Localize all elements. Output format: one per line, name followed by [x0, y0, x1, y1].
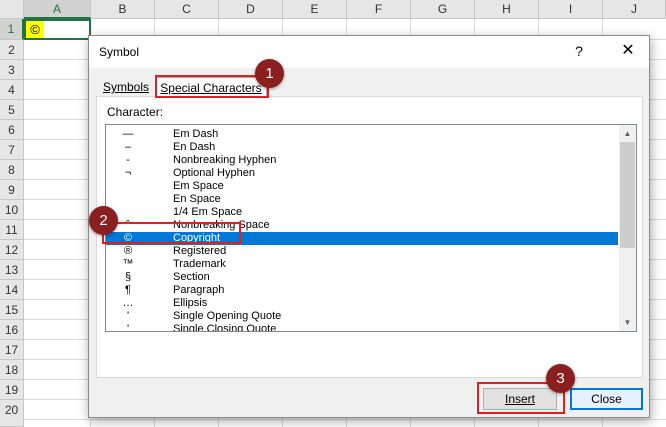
select-all-corner[interactable] [0, 0, 24, 19]
list-item-glyph: ¬ [124, 167, 132, 179]
list-item-nonbreaking-hyphen[interactable]: - Nonbreaking Hyphen [106, 154, 618, 167]
list-item-label: Section [173, 271, 210, 283]
list-item-label: En Space [173, 193, 221, 205]
list-item-single-closing-quote[interactable]: ' Single Closing Quote [106, 323, 618, 332]
row-header-17[interactable]: 17 [0, 340, 24, 360]
column-header-e[interactable]: E [283, 0, 347, 19]
list-item-glyph: — [122, 128, 134, 140]
dialog-titlebar[interactable]: Symbol ? ✕ [89, 36, 649, 68]
callout-badge-2: 2 [89, 206, 118, 235]
row-header-13[interactable]: 13 [0, 260, 24, 280]
row-header-15[interactable]: 15 [0, 300, 24, 320]
list-item-label: Em Space [173, 180, 224, 192]
list-item-label: Single Opening Quote [173, 310, 282, 322]
list-item-glyph: ® [123, 245, 133, 257]
column-header-b[interactable]: B [91, 0, 155, 19]
column-header-f[interactable]: F [347, 0, 411, 19]
callout-box-special-characters [155, 75, 269, 98]
list-item-glyph: ' [126, 310, 130, 322]
list-item-label: Optional Hyphen [173, 167, 255, 179]
list-item-label: Em Dash [173, 128, 219, 140]
list-item-label: Paragraph [173, 284, 225, 296]
callout-box-copyright [102, 222, 241, 244]
column-header-i[interactable]: I [539, 0, 603, 19]
list-item-label: Trademark [173, 258, 226, 270]
scroll-up-icon[interactable]: ▲ [619, 125, 636, 142]
tab-symbols-label: Symbols [103, 80, 150, 94]
list-scrollbar[interactable]: ▲ ▼ [619, 125, 636, 331]
column-header-c[interactable]: C [155, 0, 219, 19]
row-header-12[interactable]: 12 [0, 240, 24, 260]
help-button[interactable]: ? [568, 40, 590, 62]
row-header-5[interactable]: 5 [0, 100, 24, 120]
row-header-9[interactable]: 9 [0, 180, 24, 200]
list-item-glyph: § [124, 271, 132, 283]
list-item-em-space[interactable]: Em Space [106, 180, 618, 193]
gridline [24, 419, 666, 420]
row-header-20[interactable]: 20 [0, 400, 24, 427]
list-item-quarter-em-space[interactable]: 1/4 Em Space [106, 206, 618, 219]
dialog-title: Symbol [99, 45, 140, 59]
column-header-g[interactable]: G [411, 0, 475, 19]
cell-highlight-spacer [24, 19, 40, 40]
list-item-glyph: ' [126, 323, 130, 332]
list-item-label: En Dash [173, 141, 216, 153]
row-header-4[interactable]: 4 [0, 80, 24, 100]
column-header-d[interactable]: D [219, 0, 283, 19]
column-header-h[interactable]: H [475, 0, 539, 19]
list-item-label: Nonbreaking Hyphen [173, 154, 277, 166]
list-item-trademark[interactable]: ™ Trademark [106, 258, 618, 271]
list-item-glyph: – [124, 141, 132, 153]
tab-symbols[interactable]: Symbols [103, 77, 153, 97]
row-header-19[interactable]: 19 [0, 380, 24, 400]
list-item-single-opening-quote[interactable]: ' Single Opening Quote [106, 310, 618, 323]
close-button[interactable]: Close [570, 388, 643, 410]
scroll-thumb[interactable] [620, 142, 635, 248]
list-item-paragraph[interactable]: ¶ Paragraph [106, 284, 618, 297]
row-header-11[interactable]: 11 [0, 220, 24, 240]
callout-badge-1: 1 [255, 59, 284, 88]
list-item-label: Registered [173, 245, 227, 257]
row-header-16[interactable]: 16 [0, 320, 24, 340]
list-item-en-dash[interactable]: – En Dash [106, 141, 618, 154]
row-header-18[interactable]: 18 [0, 360, 24, 380]
row-header-1[interactable]: 1 [0, 19, 24, 40]
list-item-glyph: ™ [122, 258, 134, 270]
row-header-8[interactable]: 8 [0, 160, 24, 180]
list-item-section[interactable]: § Section [106, 271, 618, 284]
row-header-2[interactable]: 2 [0, 40, 24, 60]
column-header-a[interactable]: A [24, 0, 91, 19]
list-item-optional-hyphen[interactable]: ¬ Optional Hyphen [106, 167, 618, 180]
row-header-10[interactable]: 10 [0, 200, 24, 220]
callout-badge-3: 3 [546, 364, 575, 393]
list-item-en-space[interactable]: En Space [106, 193, 618, 206]
list-item-ellipsis[interactable]: … Ellipsis [106, 297, 618, 310]
row-header-14[interactable]: 14 [0, 280, 24, 300]
list-item-em-dash[interactable]: — Em Dash [106, 128, 618, 141]
character-label: Character: [107, 105, 164, 119]
list-item-label: Single Closing Quote [173, 323, 277, 332]
list-item-label: 1/4 Em Space [173, 206, 243, 218]
list-item-label: Ellipsis [173, 297, 208, 309]
column-header-j[interactable]: J [603, 0, 666, 19]
scroll-down-icon[interactable]: ▼ [619, 314, 636, 331]
row-header-7[interactable]: 7 [0, 140, 24, 160]
list-item-glyph: - [126, 154, 130, 166]
list-item-glyph: ¶ [125, 284, 131, 296]
list-item-registered[interactable]: ® Registered [106, 245, 618, 258]
list-item-glyph: … [122, 297, 134, 309]
close-icon[interactable]: ✕ [617, 40, 639, 62]
row-header-6[interactable]: 6 [0, 120, 24, 140]
row-header-3[interactable]: 3 [0, 60, 24, 80]
